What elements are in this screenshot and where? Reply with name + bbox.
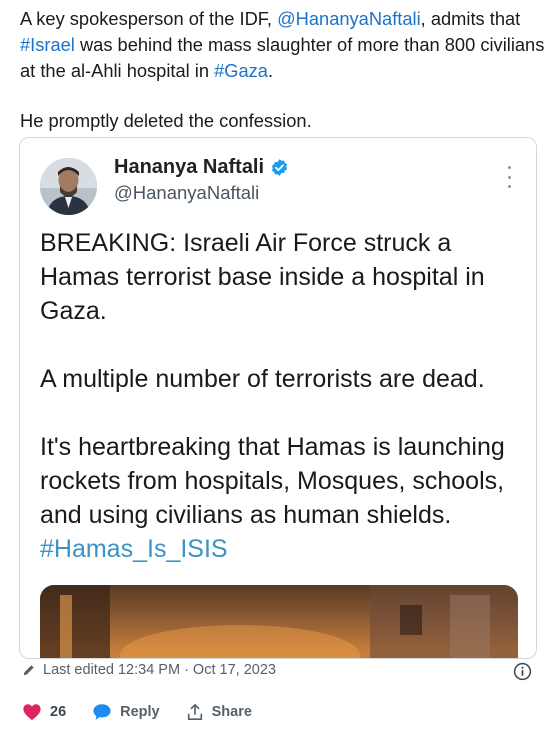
info-icon[interactable] — [513, 662, 532, 681]
tweet-paragraph-1: BREAKING: Israeli Air Force struck a Ham… — [40, 229, 485, 325]
author-name-text: Hananya Naftali — [114, 156, 265, 178]
last-edited-text: Last edited 12:34 PM · Oct 17, 2023 — [43, 662, 276, 678]
like-button[interactable]: 26 — [22, 703, 66, 721]
last-edited-row[interactable]: Last edited 12:34 PM · Oct 17, 2023 — [22, 662, 276, 678]
hashtag-israel-link[interactable]: #Israel — [20, 34, 75, 55]
post-paragraph-2: He promptly deleted the confession. — [20, 110, 312, 131]
share-button[interactable]: Share — [186, 703, 252, 721]
hashtag-hamas-link[interactable]: #Hamas_Is_ISIS — [40, 535, 228, 563]
post-text-segment: . — [267, 60, 274, 81]
share-icon — [187, 703, 202, 721]
verified-badge-icon — [272, 159, 288, 176]
author-handle[interactable]: @HananyaNaftali — [114, 182, 259, 204]
quoted-tweet-card[interactable]: Hananya Naftali @HananyaNaftali BREAKING… — [19, 137, 537, 659]
hashtag-gaza-link[interactable]: #Gaza — [214, 60, 268, 81]
author-name[interactable]: Hananya Naftali — [114, 156, 289, 179]
post-text: A key spokesperson of the IDF, @HananyaN… — [20, 6, 545, 134]
pencil-icon — [23, 665, 34, 676]
speech-bubble-icon — [93, 704, 111, 720]
tweet-text-segment: It's heartbreaking that Hamas is launchi… — [40, 433, 505, 529]
tweet-paragraph-2: A multiple number of terrorists are dead… — [40, 365, 485, 393]
mention-link[interactable]: @HananyaNaftali — [277, 8, 421, 29]
share-label: Share — [211, 704, 252, 720]
author-avatar[interactable] — [40, 158, 97, 215]
quoted-tweet-text: BREAKING: Israeli Air Force struck a Ham… — [40, 226, 525, 566]
post-text-segment: was behind the mass slaughter of more th… — [20, 34, 545, 81]
heart-icon — [23, 704, 41, 721]
like-count: 26 — [50, 704, 67, 720]
reply-label: Reply — [120, 704, 160, 720]
tweet-paragraph-3: It's heartbreaking that Hamas is launchi… — [40, 430, 525, 566]
post-text-segment: , admits that — [420, 8, 521, 29]
post-paragraph-1: A key spokesperson of the IDF, @HananyaN… — [20, 6, 545, 84]
tweet-media-image[interactable] — [40, 585, 518, 658]
reply-button[interactable]: Reply — [92, 703, 160, 721]
action-bar: 26 Reply Share — [22, 703, 278, 721]
more-options-icon[interactable] — [506, 166, 512, 188]
post-text-segment: A key spokesperson of the IDF, — [20, 8, 278, 29]
